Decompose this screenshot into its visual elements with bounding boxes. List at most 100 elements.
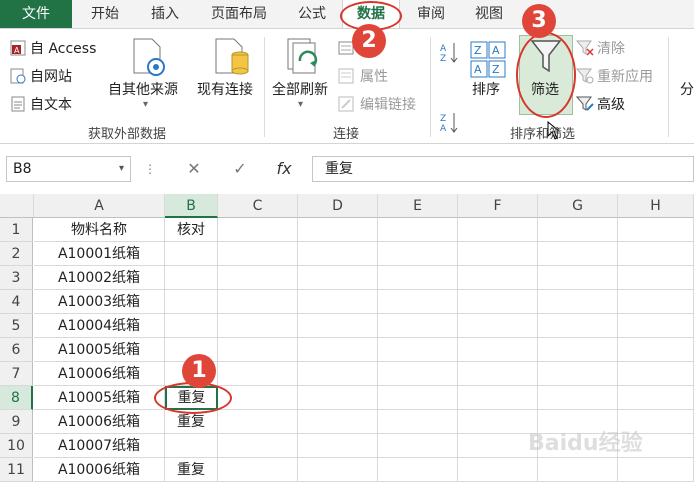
tab-review[interactable]: 审阅 [404, 0, 458, 28]
cell-empty[interactable] [538, 218, 618, 242]
cell-empty[interactable] [538, 242, 618, 266]
cell-empty[interactable] [618, 266, 694, 290]
cell-empty[interactable] [218, 242, 298, 266]
cell-empty[interactable] [458, 362, 538, 386]
row-header[interactable]: 1 [0, 218, 33, 242]
cell-check[interactable] [165, 434, 218, 458]
column-header-b[interactable]: B [165, 194, 218, 218]
cell-material-name[interactable]: A10006纸箱 [34, 410, 165, 434]
cell-empty[interactable] [378, 338, 458, 362]
cell-empty[interactable] [218, 290, 298, 314]
from-access-button[interactable]: 自 Access [30, 38, 96, 58]
cell-empty[interactable] [538, 362, 618, 386]
row-header[interactable]: 7 [0, 362, 33, 386]
cell-empty[interactable] [218, 338, 298, 362]
tab-view[interactable]: 视图 [462, 0, 516, 28]
from-other-sources-button[interactable]: 自其他来源 [108, 79, 178, 99]
cell-empty[interactable] [378, 242, 458, 266]
cell-empty[interactable] [378, 314, 458, 338]
column-header-e[interactable]: E [378, 194, 458, 218]
tab-page-layout[interactable]: 页面布局 [198, 0, 280, 28]
cell-empty[interactable] [378, 218, 458, 242]
column-header-h[interactable]: H [618, 194, 694, 218]
cell-empty[interactable] [538, 338, 618, 362]
cell-empty[interactable] [298, 410, 378, 434]
row-header[interactable]: 3 [0, 266, 33, 290]
cell-empty[interactable] [458, 242, 538, 266]
cell-empty[interactable] [218, 458, 298, 482]
cell-empty[interactable] [298, 266, 378, 290]
tab-insert[interactable]: 插入 [138, 0, 192, 28]
refresh-chevron-icon[interactable]: ▾ [298, 99, 303, 110]
from-web-button[interactable]: 自网站 [30, 66, 72, 86]
cell-empty[interactable] [458, 410, 538, 434]
clear-button[interactable]: 清除 [597, 38, 625, 58]
formula-input[interactable]: 重复 [312, 156, 694, 182]
existing-connections-button[interactable]: 现有连接 [197, 79, 253, 99]
insert-function-icon[interactable]: fx [264, 156, 304, 182]
next-group-button-partial[interactable]: 分 [680, 79, 694, 99]
reapply-button[interactable]: 重新应用 [597, 66, 653, 86]
from-text-button[interactable]: 自文本 [30, 94, 72, 114]
name-box[interactable]: B8 ▾ [6, 156, 131, 182]
cell-empty[interactable] [378, 458, 458, 482]
cell-empty[interactable] [458, 434, 538, 458]
properties-button[interactable]: 属性 [360, 66, 388, 86]
cell-material-name[interactable]: A10001纸箱 [34, 242, 165, 266]
cell-empty[interactable] [378, 362, 458, 386]
row-header[interactable]: 10 [0, 434, 33, 458]
cell-check[interactable] [165, 242, 218, 266]
cell-empty[interactable] [538, 386, 618, 410]
row-header[interactable]: 2 [0, 242, 33, 266]
name-box-chevron-icon[interactable]: ▾ [119, 157, 124, 181]
column-header-a[interactable]: A [34, 194, 165, 218]
cell-empty[interactable] [378, 290, 458, 314]
other-sources-chevron-icon[interactable]: ▾ [143, 99, 148, 110]
select-all-corner[interactable] [0, 194, 34, 218]
row-header[interactable]: 9 [0, 410, 33, 434]
cell-empty[interactable] [298, 290, 378, 314]
cell-empty[interactable] [298, 314, 378, 338]
column-header-f[interactable]: F [458, 194, 538, 218]
cell-check[interactable] [165, 266, 218, 290]
cell-empty[interactable] [378, 410, 458, 434]
sort-button[interactable]: 排序 [472, 79, 500, 99]
cell-empty[interactable] [298, 434, 378, 458]
cell-check[interactable]: 核对 [165, 218, 218, 242]
cell-material-name[interactable]: A10005纸箱 [34, 338, 165, 362]
tab-home[interactable]: 开始 [78, 0, 132, 28]
more-options-icon[interactable]: ⋮ [142, 156, 158, 182]
cell-empty[interactable] [618, 314, 694, 338]
cell-empty[interactable] [458, 290, 538, 314]
refresh-all-button[interactable]: 全部刷新 [272, 79, 328, 99]
row-header[interactable]: 8 [0, 386, 33, 410]
cancel-edit-icon[interactable]: ✕ [174, 156, 214, 182]
cell-material-name[interactable]: A10006纸箱 [34, 458, 165, 482]
cell-empty[interactable] [458, 266, 538, 290]
cell-empty[interactable] [218, 410, 298, 434]
cell-empty[interactable] [618, 338, 694, 362]
cell-empty[interactable] [218, 266, 298, 290]
cell-empty[interactable] [218, 362, 298, 386]
column-header-c[interactable]: C [218, 194, 298, 218]
cell-empty[interactable] [618, 242, 694, 266]
tab-formulas[interactable]: 公式 [286, 0, 338, 28]
advanced-button[interactable]: 高级 [597, 94, 625, 114]
column-header-d[interactable]: D [298, 194, 378, 218]
cell-empty[interactable] [618, 458, 694, 482]
cell-empty[interactable] [218, 314, 298, 338]
cell-empty[interactable] [458, 314, 538, 338]
cell-empty[interactable] [538, 458, 618, 482]
cell-check[interactable]: 重复 [165, 458, 218, 482]
row-header[interactable]: 5 [0, 314, 33, 338]
cell-empty[interactable] [378, 386, 458, 410]
cell-empty[interactable] [458, 386, 538, 410]
cell-empty[interactable] [218, 218, 298, 242]
cell-empty[interactable] [618, 362, 694, 386]
column-header-g[interactable]: G [538, 194, 618, 218]
cell-empty[interactable] [298, 218, 378, 242]
row-header[interactable]: 11 [0, 458, 33, 482]
cell-empty[interactable] [298, 338, 378, 362]
tab-file[interactable]: 文件 [0, 0, 72, 28]
sort-ascending-icon[interactable]: AZ [440, 41, 460, 63]
